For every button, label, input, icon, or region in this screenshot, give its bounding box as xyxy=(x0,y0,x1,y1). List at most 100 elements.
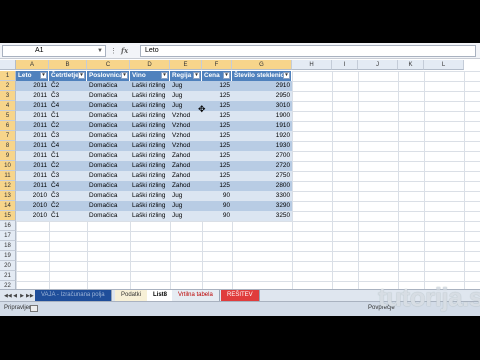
table-cell[interactable]: Č2 xyxy=(49,161,87,171)
table-header-cell[interactable]: Število steklenic ▾ xyxy=(232,71,292,81)
table-cell[interactable]: Jug xyxy=(170,201,202,211)
last-sheet-icon[interactable]: ▶▶ xyxy=(26,292,34,300)
table-cell[interactable]: Č2 xyxy=(49,121,87,131)
table-cell[interactable]: Č3 xyxy=(49,131,87,141)
table-cell[interactable]: 125 xyxy=(202,91,232,101)
formula-input[interactable]: Leto xyxy=(140,45,476,57)
table-header-cell[interactable]: Vino ▾ xyxy=(130,71,170,81)
table-cell[interactable]: Zahod xyxy=(170,181,202,191)
row-header-13[interactable]: 13 xyxy=(0,191,16,201)
table-cell[interactable]: Jug xyxy=(170,191,202,201)
filter-dropdown-icon[interactable]: ▾ xyxy=(161,72,168,79)
table-cell[interactable]: Č4 xyxy=(49,101,87,111)
chevron-down-icon[interactable]: ▼ xyxy=(97,46,103,56)
prev-sheet-icon[interactable]: ◀ xyxy=(12,292,18,300)
table-cell[interactable]: 125 xyxy=(202,131,232,141)
tab-list8[interactable]: List8 xyxy=(147,290,175,301)
table-cell[interactable]: Laški rizling xyxy=(130,151,170,161)
table-cell[interactable]: 125 xyxy=(202,161,232,171)
table-cell[interactable]: 2910 xyxy=(232,81,292,91)
table-cell[interactable]: Jug xyxy=(170,211,202,221)
first-sheet-icon[interactable]: ◀◀ xyxy=(4,292,12,300)
table-cell[interactable]: Laški rizling xyxy=(130,201,170,211)
row-header-7[interactable]: 7 xyxy=(0,131,16,141)
row-header-15[interactable]: 15 xyxy=(0,211,16,221)
table-cell[interactable]: Domačica xyxy=(87,181,130,191)
table-cell[interactable]: Č3 xyxy=(49,171,87,181)
table-cell[interactable]: 3300 xyxy=(232,191,292,201)
table-cell[interactable]: Domačica xyxy=(87,81,130,91)
table-cell[interactable]: 2750 xyxy=(232,171,292,181)
table-cell[interactable]: Domačica xyxy=(87,161,130,171)
table-cell[interactable]: Zahod xyxy=(170,151,202,161)
table-cell[interactable]: Domačica xyxy=(87,201,130,211)
table-cell[interactable]: 1900 xyxy=(232,111,292,121)
table-header-cell[interactable]: Četrtletje ▾ xyxy=(49,71,87,81)
select-all-corner[interactable] xyxy=(0,60,16,70)
table-cell[interactable]: 3010 xyxy=(232,101,292,111)
filter-dropdown-icon[interactable]: ▾ xyxy=(78,72,85,79)
table-cell[interactable]: 2011 xyxy=(16,101,49,111)
table-cell[interactable]: 2011 xyxy=(16,91,49,101)
table-cell[interactable]: Vzhod xyxy=(170,121,202,131)
macro-record-icon[interactable] xyxy=(30,305,38,312)
row-header-1[interactable]: 1 xyxy=(0,71,16,81)
column-header-b[interactable]: B xyxy=(49,60,87,70)
table-header-cell[interactable]: Poslovnica ▾ xyxy=(87,71,130,81)
row-header-3[interactable]: 3 xyxy=(0,91,16,101)
row-header-4[interactable]: 4 xyxy=(0,101,16,111)
table-cell[interactable]: Č1 xyxy=(49,211,87,221)
fx-icon[interactable]: ⋮ fx xyxy=(110,45,140,57)
table-cell[interactable]: Laški rizling xyxy=(130,141,170,151)
table-cell[interactable]: Domačica xyxy=(87,191,130,201)
column-header-i[interactable]: I xyxy=(332,60,358,70)
table-cell[interactable]: 2800 xyxy=(232,181,292,191)
table-cell[interactable]: 2010 xyxy=(16,211,49,221)
table-cell[interactable]: Laški rizling xyxy=(130,111,170,121)
table-cell[interactable]: Domačica xyxy=(87,141,130,151)
table-cell[interactable]: 2011 xyxy=(16,161,49,171)
row-header-8[interactable]: 8 xyxy=(0,141,16,151)
row-header-10[interactable]: 10 xyxy=(0,161,16,171)
table-cell[interactable]: 2011 xyxy=(16,181,49,191)
table-cell[interactable]: Laški rizling xyxy=(130,161,170,171)
table-cell[interactable]: Č4 xyxy=(49,141,87,151)
filter-dropdown-icon[interactable]: ▾ xyxy=(193,72,200,79)
table-cell[interactable]: 2700 xyxy=(232,151,292,161)
table-cell[interactable]: Domačica xyxy=(87,171,130,181)
table-cell[interactable]: 1920 xyxy=(232,131,292,141)
table-cell[interactable]: Laški rizling xyxy=(130,81,170,91)
row-header-6[interactable]: 6 xyxy=(0,121,16,131)
tab-podatki[interactable]: Podatki xyxy=(115,290,149,301)
table-cell[interactable]: 2720 xyxy=(232,161,292,171)
table-cell[interactable]: 125 xyxy=(202,121,232,131)
table-cell[interactable]: 90 xyxy=(202,201,232,211)
table-cell[interactable]: Zahod xyxy=(170,161,202,171)
column-header-d[interactable]: D xyxy=(130,60,170,70)
table-cell[interactable]: 2011 xyxy=(16,111,49,121)
table-cell[interactable]: Domačica xyxy=(87,111,130,121)
table-cell[interactable]: 2950 xyxy=(232,91,292,101)
table-cell[interactable]: 1930 xyxy=(232,141,292,151)
row-header-12[interactable]: 12 xyxy=(0,181,16,191)
table-cell[interactable]: Laški rizling xyxy=(130,171,170,181)
row-header-19[interactable]: 19 xyxy=(0,251,16,261)
table-cell[interactable]: Laški rizling xyxy=(130,211,170,221)
tab-vrtilna-tabela[interactable]: Vrtilna tabela xyxy=(172,290,220,301)
table-header-cell[interactable]: Cena ▾ xyxy=(202,71,232,81)
table-cell[interactable]: Laški rizling xyxy=(130,181,170,191)
table-cell[interactable]: Zahod xyxy=(170,171,202,181)
row-header-18[interactable]: 18 xyxy=(0,241,16,251)
table-cell[interactable]: 125 xyxy=(202,151,232,161)
table-cell[interactable]: 3250 xyxy=(232,211,292,221)
column-header-a[interactable]: A xyxy=(16,60,49,70)
row-header-9[interactable]: 9 xyxy=(0,151,16,161)
table-cell[interactable]: 2011 xyxy=(16,121,49,131)
table-cell[interactable]: 125 xyxy=(202,171,232,181)
table-cell[interactable]: Jug xyxy=(170,81,202,91)
table-cell[interactable]: Č2 xyxy=(49,201,87,211)
row-header-21[interactable]: 21 xyxy=(0,271,16,281)
table-cell[interactable]: Jug xyxy=(170,91,202,101)
row-header-14[interactable]: 14 xyxy=(0,201,16,211)
table-cell[interactable]: Č3 xyxy=(49,191,87,201)
